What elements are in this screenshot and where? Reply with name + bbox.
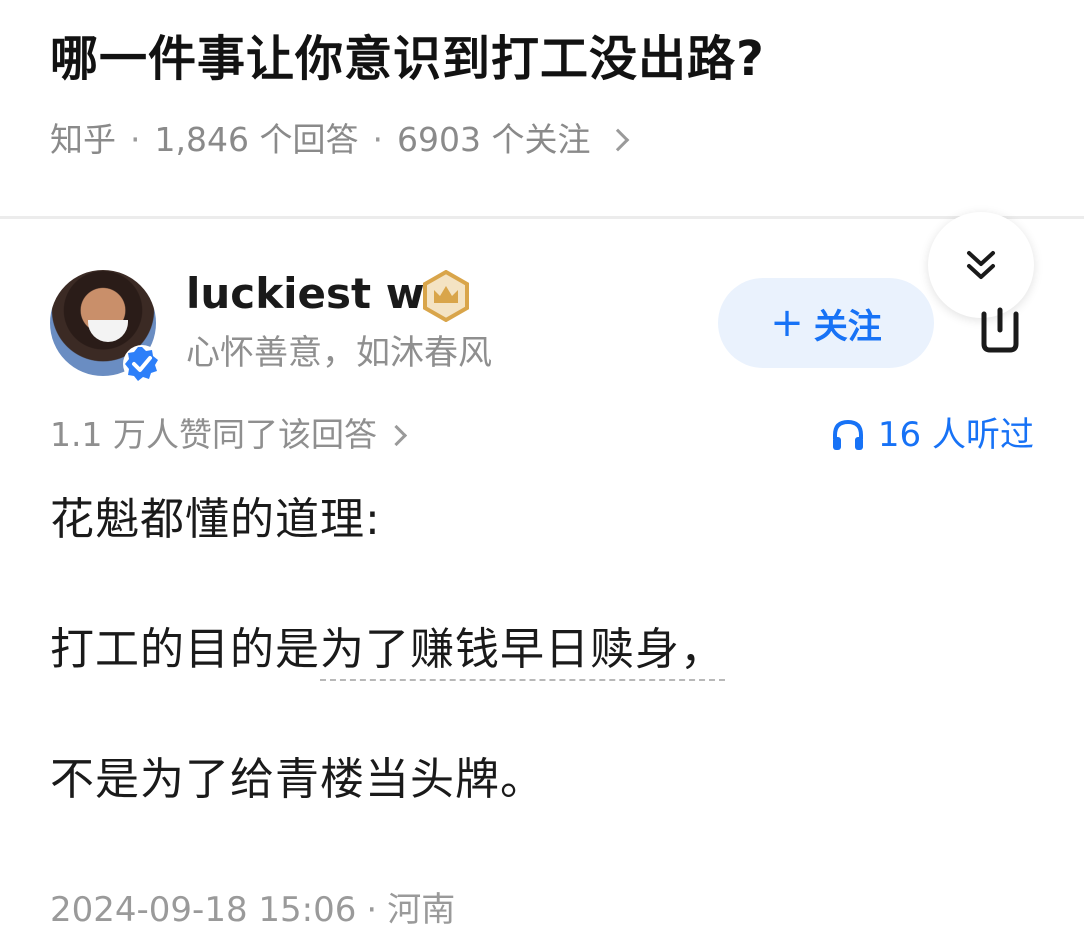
- vote-count-text: 1.1 万人赞同了该回答: [50, 415, 377, 454]
- double-chevron-down-icon: [967, 251, 995, 279]
- question-meta[interactable]: 知乎 · 1,846 个回答 · 6903 个关注: [50, 114, 630, 166]
- answer-date: 2024-09-18 15:06: [50, 890, 357, 930]
- answer-location: 河南: [387, 890, 456, 930]
- follow-button[interactable]: + 关注: [718, 278, 934, 368]
- meta-separator: ·: [130, 120, 141, 159]
- answer-paragraph: 不是为了给青楼当头牌。: [50, 754, 545, 805]
- meta-separator: ·: [372, 120, 383, 159]
- author-name[interactable]: luckiest w: [186, 266, 425, 322]
- plus-icon: +: [770, 300, 804, 346]
- author-bio: 心怀善意，如沐春风: [186, 333, 492, 373]
- follower-count: 6903 个关注: [396, 120, 591, 159]
- vote-count[interactable]: 1.1 万人赞同了该回答: [50, 410, 408, 460]
- chevron-right-icon: [385, 424, 408, 446]
- follow-label: 关注: [813, 306, 882, 347]
- share-icon[interactable]: [970, 300, 1030, 360]
- answer-footer: 2024-09-18 15:06 · 河南: [50, 884, 455, 936]
- search-keyword-link[interactable]: 为了赚钱早日赎身，: [320, 624, 725, 681]
- chevron-right-icon: [607, 128, 630, 152]
- answer-page: 哪一件事让你意识到打工没出路? 知乎 · 1,846 个回答 · 6903 个关…: [0, 0, 1084, 944]
- headphones-icon: [832, 419, 863, 450]
- question-title[interactable]: 哪一件事让你意识到打工没出路?: [50, 26, 765, 92]
- answer-paragraph: 花魁都懂的道理:: [50, 494, 381, 545]
- listen-count-text: 16 人听过: [877, 415, 1034, 455]
- divider: [0, 216, 1084, 219]
- listen-count[interactable]: 16 人听过: [830, 410, 1034, 460]
- footer-separator: ·: [366, 890, 378, 930]
- avatar-bowl: [88, 320, 128, 342]
- crown-badge-icon[interactable]: [420, 270, 472, 322]
- answer-count: 1,846 个回答: [154, 120, 359, 159]
- source-label: 知乎: [50, 120, 116, 159]
- answer-text-segment: 打工的目的是: [50, 624, 320, 675]
- answer-paragraph: 打工的目的是为了赚钱早日赎身，: [50, 620, 725, 681]
- verified-check-icon: [123, 345, 161, 383]
